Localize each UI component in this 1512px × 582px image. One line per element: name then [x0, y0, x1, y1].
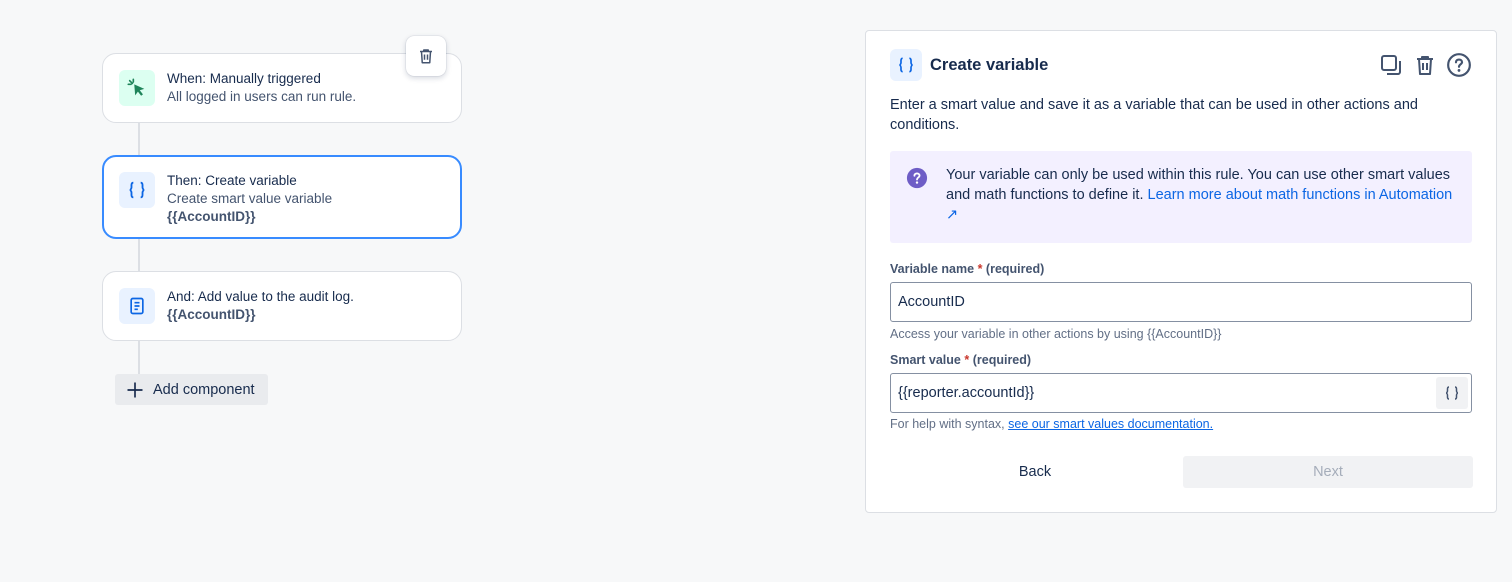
question-circle-icon — [906, 167, 930, 229]
next-button[interactable]: Next — [1183, 456, 1473, 488]
panel-title: Create variable — [930, 55, 1049, 74]
braces-icon — [890, 49, 922, 81]
smart-values-docs-link[interactable]: see our smart values documentation. — [1008, 417, 1213, 431]
braces-icon — [1445, 386, 1459, 400]
trigger-title: When: Manually triggered — [167, 71, 321, 86]
variable-name-helper: Access your variable in other actions by… — [890, 327, 1222, 341]
variable-name-value: AccountID — [898, 294, 965, 310]
flow-connector — [138, 340, 140, 374]
variable-name-input[interactable]: AccountID — [890, 282, 1472, 322]
back-button[interactable]: Back — [890, 456, 1180, 488]
add-component-button[interactable]: Add component — [115, 374, 268, 405]
smart-value-value: {{reporter.accountId}} — [898, 385, 1035, 401]
info-message: Your variable can only be used within th… — [890, 151, 1472, 243]
required-text: (required) — [985, 262, 1045, 276]
smart-value-helper: For help with syntax, see our smart valu… — [890, 417, 1213, 431]
audit-log-card[interactable]: And: Add value to the audit log. {{Accou… — [102, 271, 462, 341]
required-text: (required) — [972, 353, 1032, 367]
copy-icon — [1381, 55, 1401, 75]
variable-name-label: Variable name * (required) — [890, 262, 1044, 276]
document-icon — [119, 288, 155, 324]
question-icon — [1447, 53, 1471, 77]
add-component-label: Add component — [153, 381, 255, 398]
required-mark: * — [977, 262, 983, 276]
audit-value: {{AccountID}} — [167, 307, 256, 322]
smart-value-label: Smart value * (required) — [890, 353, 1031, 367]
flow-connector — [138, 238, 140, 272]
action-subtitle: Create smart value variable — [167, 191, 333, 206]
create-variable-card[interactable]: Then: Create variable Create smart value… — [102, 155, 462, 239]
trash-icon — [1417, 56, 1433, 75]
panel-description: Enter a smart value and save it as a var… — [890, 97, 1418, 133]
smart-value-input[interactable]: {{reporter.accountId}} — [890, 373, 1472, 413]
delete-component-button[interactable] — [406, 36, 446, 76]
help-button[interactable] — [1446, 52, 1472, 78]
audit-title: And: Add value to the audit log. — [167, 289, 354, 304]
flow-connector — [138, 122, 140, 156]
plus-icon — [125, 380, 145, 400]
cursor-click-icon — [119, 70, 155, 106]
create-variable-panel: Create variable Enter a smart value and … — [865, 30, 1497, 513]
variable-name-label-text: Variable name — [890, 262, 975, 276]
panel-header: Create variable — [890, 48, 1472, 82]
trash-icon — [420, 49, 432, 64]
trigger-subtitle: All logged in users can run rule. — [167, 89, 357, 104]
insert-smart-value-button[interactable] — [1436, 377, 1468, 409]
smart-value-helper-text: For help with syntax, — [890, 417, 1005, 431]
action-title: Then: Create variable — [167, 173, 297, 188]
required-mark: * — [964, 353, 970, 367]
action-value: {{AccountID}} — [167, 209, 256, 224]
braces-icon — [119, 172, 155, 208]
delete-action-button[interactable] — [1412, 52, 1438, 78]
duplicate-button[interactable] — [1378, 52, 1404, 78]
automation-canvas: When: Manually triggered All logged in u… — [0, 0, 1512, 582]
smart-value-label-text: Smart value — [890, 353, 961, 367]
